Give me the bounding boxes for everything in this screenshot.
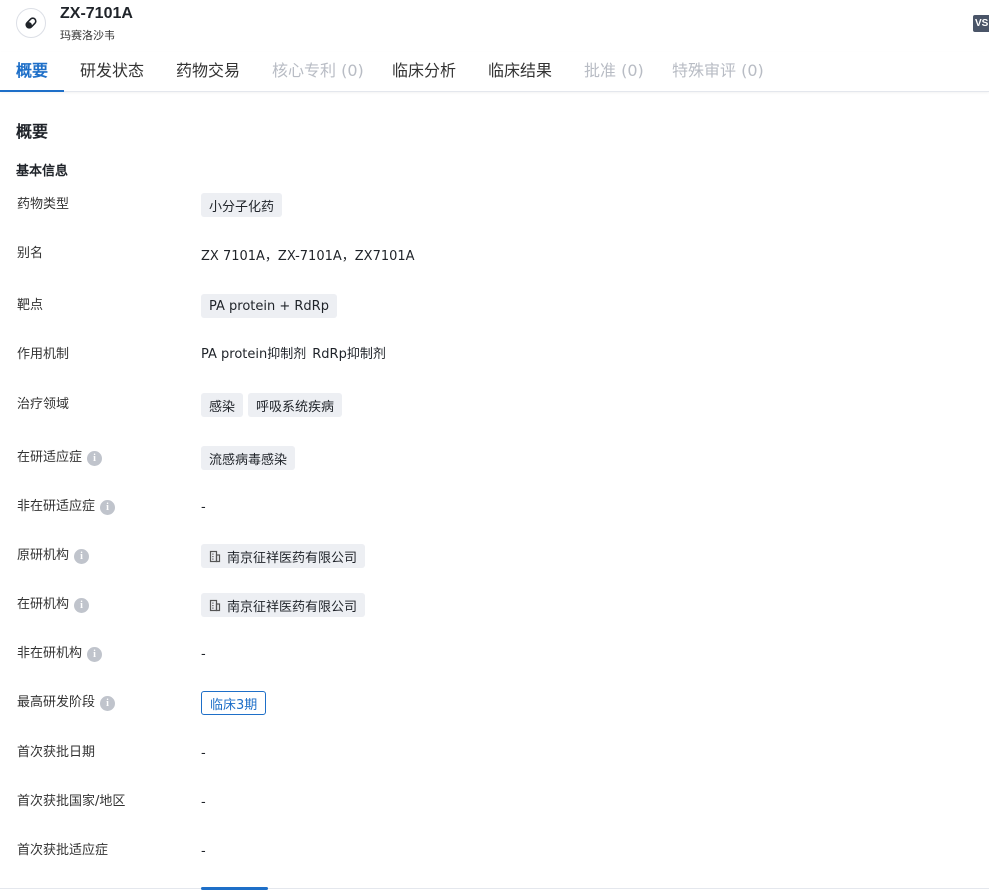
tab-approvals[interactable]: 批准 (0)	[584, 52, 644, 91]
empty-value: -	[201, 794, 206, 810]
row-value: 南京征祥医药有限公司	[201, 592, 370, 618]
row-label: 首次获批国家/地区	[17, 794, 126, 809]
moa-item[interactable]: RdRp抑制剂	[312, 343, 386, 362]
row-active-org: 在研机构 i 南京征祥医药有限公司	[0, 592, 989, 618]
label-text: 在研机构	[17, 597, 70, 612]
moa-item[interactable]: PA protein抑制剂	[201, 343, 306, 362]
drug-subtitle: 玛赛洛沙韦	[60, 29, 115, 42]
row-label: 别名	[17, 246, 44, 261]
org-tag[interactable]: 南京征祥医药有限公司	[201, 544, 366, 568]
tab-special-review[interactable]: 特殊审评 (0)	[672, 52, 764, 91]
vs-badge[interactable]: VS	[973, 15, 989, 32]
row-value: 流感病毒感染	[201, 445, 300, 471]
row-drug-type: 药物类型 小分子化药	[0, 192, 989, 218]
row-originator: 原研机构 i 南京征祥医药有限公司	[0, 543, 989, 569]
drug-header: ZX-7101A 玛赛洛沙韦 VS	[0, 0, 989, 50]
row-moa: 作用机制 PA protein抑制剂 RdRp抑制剂	[0, 339, 989, 365]
indication-tag[interactable]: 流感病毒感染	[201, 446, 296, 470]
therapeutic-area-tag[interactable]: 感染	[201, 393, 244, 417]
row-value: PA protein抑制剂 RdRp抑制剂	[201, 339, 392, 365]
row-label: 治疗领域	[17, 397, 70, 412]
row-label: 首次获批适应症	[17, 843, 109, 858]
row-alias: 别名 ZX 7101A，ZX-7101A，ZX7101A	[0, 241, 989, 267]
empty-value: -	[201, 843, 206, 859]
tab-clinical-results[interactable]: 临床结果	[488, 52, 552, 91]
row-value: ZX 7101A，ZX-7101A，ZX7101A	[201, 241, 415, 267]
info-icon[interactable]: i	[100, 695, 116, 711]
row-label: 原研机构 i	[17, 543, 90, 569]
row-label: 在研适应症 i	[17, 445, 103, 471]
alias-value: ZX 7101A，ZX-7101A，ZX7101A	[201, 248, 415, 264]
drug-type-tag[interactable]: 小分子化药	[201, 193, 283, 217]
empty-value: -	[201, 646, 206, 662]
row-value: -	[201, 789, 206, 815]
row-inactive-org: 非在研机构 i -	[0, 641, 989, 667]
section-accent	[201, 887, 268, 890]
tab-core-patents[interactable]: 核心专利 (0)	[272, 52, 364, 91]
org-tag[interactable]: 南京征祥医药有限公司	[201, 593, 366, 617]
label-text: 最高研发阶段	[17, 695, 96, 710]
therapeutic-area-tag[interactable]: 呼吸系统疾病	[248, 393, 343, 417]
label-text: 非在研适应症	[17, 499, 96, 514]
row-label: 靶点	[17, 298, 44, 313]
pill-icon	[16, 8, 46, 38]
row-label: 非在研机构 i	[17, 641, 103, 667]
row-therapeutic-area: 治疗领域 感染 呼吸系统疾病	[0, 392, 989, 418]
row-first-approval-country: 首次获批国家/地区 -	[0, 789, 989, 815]
row-value: 感染 呼吸系统疾病	[201, 392, 347, 418]
row-label: 药物类型	[17, 197, 70, 212]
tab-clinical-analysis[interactable]: 临床分析	[392, 52, 456, 91]
basic-info-title: 基本信息	[16, 164, 69, 179]
row-label: 首次获批日期	[17, 745, 96, 760]
empty-value: -	[201, 745, 206, 761]
row-value: PA protein + RdRp	[201, 293, 342, 319]
label-text: 原研机构	[17, 548, 70, 563]
row-value: -	[201, 494, 206, 520]
row-label: 最高研发阶段 i	[17, 690, 116, 716]
row-label: 在研机构 i	[17, 592, 90, 618]
row-value: -	[201, 641, 206, 667]
info-icon[interactable]: i	[74, 548, 90, 564]
info-icon[interactable]: i	[87, 646, 103, 662]
row-value: -	[201, 740, 206, 766]
building-icon	[209, 550, 221, 563]
org-name: 南京征祥医药有限公司	[227, 599, 358, 615]
tab-overview[interactable]: 概要	[0, 52, 65, 92]
org-name: 南京征祥医药有限公司	[227, 550, 358, 566]
row-label: 非在研适应症 i	[17, 494, 116, 520]
row-value: 小分子化药	[201, 192, 287, 218]
building-icon	[209, 599, 221, 612]
phase-badge[interactable]: 临床3期	[201, 691, 267, 715]
row-active-indication: 在研适应症 i 流感病毒感染	[0, 445, 989, 471]
info-icon[interactable]: i	[87, 450, 103, 466]
row-label: 作用机制	[17, 347, 70, 362]
divider	[0, 888, 989, 889]
target-tag[interactable]: PA protein + RdRp	[201, 294, 337, 318]
empty-value: -	[201, 499, 206, 515]
row-target: 靶点 PA protein + RdRp	[0, 293, 989, 319]
tab-bar: 概要 研发状态 药物交易 核心专利 (0) 临床分析 临床结果 批准 (0) 特…	[0, 52, 989, 92]
row-value: 临床3期	[201, 690, 267, 716]
label-text: 在研适应症	[17, 450, 83, 465]
drug-title: ZX-7101A	[60, 5, 133, 22]
row-first-approval-date: 首次获批日期 -	[0, 740, 989, 766]
row-first-approval-indication: 首次获批适应症 -	[0, 838, 989, 864]
tab-rd-status[interactable]: 研发状态	[80, 52, 144, 91]
info-icon[interactable]: i	[74, 597, 90, 613]
row-inactive-indication: 非在研适应症 i -	[0, 494, 989, 520]
label-text: 非在研机构	[17, 646, 83, 661]
row-highest-phase: 最高研发阶段 i 临床3期	[0, 690, 989, 716]
row-value: -	[201, 838, 206, 864]
row-value: 南京征祥医药有限公司	[201, 543, 370, 569]
tab-drug-deals[interactable]: 药物交易	[176, 52, 240, 91]
section-title: 概要	[16, 122, 49, 141]
info-icon[interactable]: i	[100, 499, 116, 515]
